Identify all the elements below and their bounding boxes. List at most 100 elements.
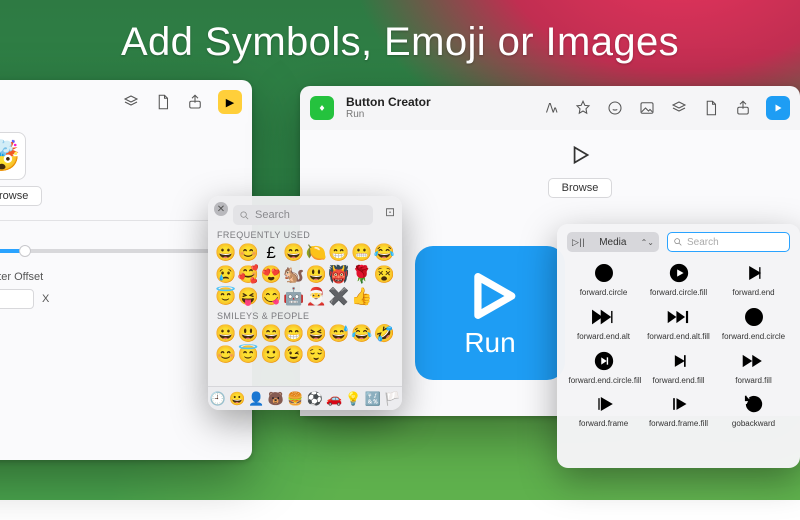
emoji-cell[interactable]: 😋: [260, 286, 282, 307]
symbol-name: forward.frame: [579, 420, 628, 429]
symbol-category-label: Media: [599, 237, 626, 248]
star-icon[interactable]: [574, 99, 592, 117]
emoji-icon[interactable]: [606, 99, 624, 117]
emoji-cell[interactable]: 🎅: [306, 286, 328, 307]
emoji-cell[interactable]: 😊: [238, 242, 260, 263]
emoji-cell[interactable]: [373, 344, 395, 365]
emoji-cell[interactable]: [351, 344, 373, 365]
browse-button[interactable]: Browse: [0, 186, 42, 206]
symbol-cell[interactable]: forward.end.alt: [567, 304, 640, 342]
close-icon[interactable]: ✕: [214, 202, 228, 216]
emoji-cell[interactable]: 😄: [260, 323, 282, 344]
symbol-cell[interactable]: forward.end.alt.fill: [642, 304, 715, 342]
category-objects-icon[interactable]: 💡: [345, 391, 361, 407]
symbol-icon: [593, 260, 615, 286]
category-recent-icon[interactable]: 🕘: [210, 391, 226, 407]
symbol-cell[interactable]: gobackward: [717, 391, 790, 429]
emoji-cell[interactable]: 😁: [328, 242, 350, 263]
emoji-cell[interactable]: 😇: [238, 344, 260, 365]
symbol-cell[interactable]: forward.end.fill: [642, 348, 715, 386]
symbol-icon: [591, 304, 617, 330]
category-nature-icon[interactable]: 🐻: [268, 391, 284, 407]
symbol-category-select[interactable]: ▷|| Media ⌃⌄: [567, 232, 659, 252]
symbol-name: forward.end.circle.fill: [569, 377, 639, 386]
emoji-cell[interactable]: 🐿️: [283, 264, 305, 285]
symbol-cell[interactable]: forward.end.circle: [717, 304, 790, 342]
emoji-cell[interactable]: 🙂: [260, 344, 282, 365]
category-people-icon[interactable]: 👤: [248, 391, 264, 407]
symbol-cell[interactable]: forward.circle.fill: [642, 260, 715, 298]
emoji-cell[interactable]: 😁: [283, 323, 305, 344]
emoji-cell[interactable]: 👹: [328, 264, 350, 285]
symbol-icon: [593, 391, 615, 417]
document-icon[interactable]: [154, 93, 172, 111]
category-food-icon[interactable]: 🍔: [287, 391, 303, 407]
emoji-cell[interactable]: 👍: [351, 286, 373, 307]
symbol-preview: [565, 140, 595, 170]
layers-icon[interactable]: [122, 93, 140, 111]
symbol-icon: [668, 391, 690, 417]
image-thumbnail[interactable]: 🤯: [0, 132, 26, 180]
emoji-cell[interactable]: 🍋: [306, 242, 328, 263]
emoji-cell[interactable]: [373, 286, 395, 307]
emoji-cell[interactable]: 😅: [328, 323, 350, 344]
emoji-cell[interactable]: 😍: [260, 264, 282, 285]
text-style-icon[interactable]: [542, 99, 560, 117]
symbol-search[interactable]: Search: [667, 232, 790, 252]
emoji-section-smileys: SMILEYS & PEOPLE: [217, 311, 395, 321]
share-icon[interactable]: [734, 99, 752, 117]
emoji-cell[interactable]: [328, 344, 350, 365]
symbol-name: forward.end.alt: [577, 333, 630, 342]
emoji-cell[interactable]: £: [260, 242, 282, 263]
category-symbols-icon[interactable]: 🔣: [365, 391, 381, 407]
emoji-cell[interactable]: 😌: [306, 344, 328, 365]
layers-icon[interactable]: [670, 99, 688, 117]
expand-icon[interactable]: ⊡: [385, 205, 395, 219]
emoji-cell[interactable]: 😂: [351, 323, 373, 344]
share-icon[interactable]: [186, 93, 204, 111]
symbol-cell[interactable]: forward.frame.fill: [642, 391, 715, 429]
category-flags-icon[interactable]: 🏳️: [384, 391, 400, 407]
emoji-cell[interactable]: 🌹: [351, 264, 373, 285]
divider: [0, 220, 238, 221]
emoji-cell[interactable]: 😊: [215, 344, 237, 365]
offset-x-field[interactable]: [0, 289, 34, 309]
symbol-cell[interactable]: forward.end: [717, 260, 790, 298]
emoji-cell[interactable]: 😀: [215, 242, 237, 263]
emoji-cell[interactable]: 😃: [306, 264, 328, 285]
browse-button[interactable]: Browse: [548, 178, 612, 198]
emoji-cell[interactable]: 😃: [238, 323, 260, 344]
symbol-icon: [741, 348, 767, 374]
category-activity-icon[interactable]: ⚽: [307, 391, 323, 407]
emoji-search[interactable]: Search: [233, 205, 373, 225]
emoji-cell[interactable]: 😝: [238, 286, 260, 307]
category-travel-icon[interactable]: 🚗: [326, 391, 342, 407]
center-offset-label: Center Offset: [0, 271, 238, 283]
run-toolbar-button[interactable]: [766, 96, 790, 120]
emoji-cell[interactable]: ✖️: [328, 286, 350, 307]
emoji-cell[interactable]: 😬: [351, 242, 373, 263]
symbol-cell[interactable]: forward.frame: [567, 391, 640, 429]
category-smileys-icon[interactable]: 😀: [229, 391, 245, 407]
emoji-cell[interactable]: 😉: [283, 344, 305, 365]
symbol-name: forward.frame.fill: [649, 420, 708, 429]
symbol-cell[interactable]: forward.circle: [567, 260, 640, 298]
symbol-icon: [668, 348, 690, 374]
emoji-cell[interactable]: 😆: [306, 323, 328, 344]
document-icon[interactable]: [702, 99, 720, 117]
emoji-cell[interactable]: 🤖: [283, 286, 305, 307]
emoji-cell[interactable]: 😵: [373, 264, 395, 285]
emoji-cell[interactable]: 😢: [215, 264, 237, 285]
run-toolbar-button[interactable]: ▶: [218, 90, 242, 114]
emoji-cell[interactable]: 🤣: [373, 323, 395, 344]
symbol-cell[interactable]: forward.fill: [717, 348, 790, 386]
emoji-cell[interactable]: 😂: [373, 242, 395, 263]
emoji-cell[interactable]: 😇: [215, 286, 237, 307]
symbol-cell[interactable]: forward.end.circle.fill: [567, 348, 640, 386]
emoji-cell[interactable]: 🥰: [238, 264, 260, 285]
emoji-cell[interactable]: 😄: [283, 242, 305, 263]
emoji-category-bar[interactable]: 🕘 😀 👤 🐻 🍔 ⚽ 🚗 💡 🔣 🏳️: [208, 386, 402, 410]
emoji-cell[interactable]: 😀: [215, 323, 237, 344]
image-icon[interactable]: [638, 99, 656, 117]
size-slider[interactable]: [0, 249, 238, 253]
